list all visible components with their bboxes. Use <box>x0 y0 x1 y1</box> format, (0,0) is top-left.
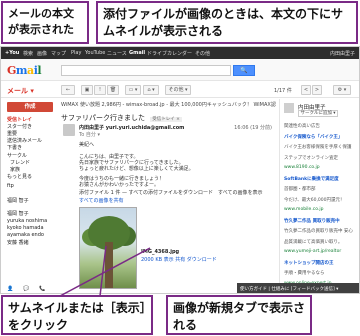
logo-letter: m <box>15 64 28 77</box>
subject-text: サファリパーク行きました <box>61 114 145 122</box>
gbar-maps[interactable]: マップ <box>51 50 66 57</box>
ad-text[interactable]: www.mobile.co.jp <box>284 207 323 212</box>
ad-text: 今だけ、最大60,000円還元！ <box>284 197 345 203</box>
recipient[interactable]: To 自分 ▾ <box>79 131 100 138</box>
sidebar-item-circles[interactable]: サークル <box>7 152 27 159</box>
gbar-play[interactable]: Play <box>71 50 81 56</box>
message-subject: サファリパーク行きました 受信トレイ × <box>61 113 182 123</box>
sidebar-item-more[interactable]: もっと見る <box>7 173 32 180</box>
ad-text[interactable]: www.yumeji-art.jp/realtor <box>284 249 341 254</box>
body-line: ちょっと疲れたけど、想像以上に楽しくて大満足。 <box>79 166 194 172</box>
contact-avatar <box>284 103 294 113</box>
sidebar-item-friends[interactable]: フレンド <box>10 159 30 166</box>
mail-menu[interactable]: メール ▾ <box>7 86 34 96</box>
pager: 1/17 件 <box>274 88 292 94</box>
ad-text: 竹久夢二作品の買取り販売中 安心 <box>284 229 353 234</box>
attachment-thumbnail[interactable] <box>79 207 137 289</box>
ad-title-link[interactable]: ネットショップ開店の王 <box>284 260 334 266</box>
chat-contact[interactable]: kyoko hamada <box>7 225 44 231</box>
toolbar: メール ▾ ← ▣ ! 🗑 ▭ ▾ ⌂ ▾ その他 ▾ 1/17 件 < > ⚙… <box>1 82 359 98</box>
google-bar: +You 検索 画像 マップ Play YouTube ニュース Gmail ド… <box>1 47 359 59</box>
gbar-gmail[interactable]: Gmail <box>129 50 145 56</box>
label-button[interactable]: ⌂ ▾ <box>143 85 159 95</box>
ad-text: 首都圏・都市部 <box>284 187 316 192</box>
prev-button[interactable]: < <box>301 85 311 95</box>
ad-title-link[interactable]: 竹久夢二作品 買取り販売中 <box>284 218 340 224</box>
ad-text: ステップでオンライン査定 <box>284 155 338 161</box>
callout-body-shown: メールの本文が表示された <box>1 1 89 44</box>
back-button[interactable]: ← <box>61 85 75 95</box>
sidebar-item-important[interactable]: 重要 <box>7 130 17 137</box>
ad-text: 品質満載にて高価買い取り。 <box>284 239 343 245</box>
archive-button[interactable]: ▣ <box>81 85 93 95</box>
search-input[interactable] <box>61 65 231 76</box>
sender: 内田由里子 yuri.yuri.uchida@gmail.com <box>79 125 185 131</box>
inbox-label-chip[interactable]: 受信トレイ × <box>150 117 182 122</box>
contacts-icon[interactable]: 👤 <box>7 286 13 292</box>
chat-contact[interactable]: ayamaka endo <box>7 232 44 238</box>
phone-icon[interactable]: 📞 <box>39 286 45 292</box>
chat-contact[interactable]: 福岡 智子 <box>7 197 29 204</box>
people-widget: 内田由里子 サークルに追加 ▾ 関連性の高い広告 バイク保険なら「バイク王」 バイク… <box>279 99 359 293</box>
gbar-account[interactable]: 内田由里子 <box>330 50 355 57</box>
sender-avatar <box>63 124 75 136</box>
guide-feedback-bar[interactable]: 使い方ガイド | 仕組みに [フィードバック送信] ▾ <box>237 283 359 293</box>
gbar-more[interactable]: その他 <box>195 50 210 57</box>
tree-image-part <box>105 242 113 288</box>
chat-contact[interactable]: 福岡 智子 <box>7 210 29 217</box>
sidebar: 作成 受信トレイ スター付き 重要 送信済みメール 下書き サークル フレンド … <box>1 99 57 293</box>
search-button[interactable]: 🔍 <box>233 65 255 76</box>
sidebar-item-starred[interactable]: スター付き <box>7 123 32 130</box>
settings-button[interactable]: ⚙ ▾ <box>333 85 351 95</box>
logo-letter: G <box>7 64 16 77</box>
ad-title-link[interactable]: バイク保険なら「バイク王」 <box>284 134 342 140</box>
gbar-youtube[interactable]: YouTube <box>85 50 105 56</box>
attachment-actions[interactable]: 2000 KB 表示 共有 ダウンロード <box>141 256 217 263</box>
callout-click-thumbnail: サムネイルまたは［表示］をクリック <box>1 295 153 335</box>
header: Gmail 🔍 <box>1 59 359 81</box>
more-button[interactable]: その他 ▾ <box>165 85 191 95</box>
ad-text: 関連性の高い広告 <box>284 124 320 129</box>
sidebar-item-ftp[interactable]: ftp <box>7 183 14 189</box>
move-button[interactable]: ▭ ▾ <box>125 85 141 95</box>
chat-contact[interactable]: 安藤 香緒 <box>7 239 29 246</box>
logo-letter: l <box>37 64 42 77</box>
sidebar-item-drafts[interactable]: 下書き <box>7 144 22 151</box>
message-date: 16:06 (19 分前) <box>234 125 272 131</box>
message-view: WiMAX 使い放題 2,986円 - wimax-broad.jp - 最大 … <box>61 99 276 293</box>
gbar-news[interactable]: ニュース <box>107 50 127 57</box>
ad-text: 手順・費用やるなら <box>284 271 325 276</box>
body-line: 美紀へ <box>79 142 95 148</box>
attachments-header[interactable]: 添付ファイル 1 件 — すべての添付ファイルをダウンロード すべての画像を表示 <box>79 189 262 196</box>
compose-button[interactable]: 作成 <box>7 102 53 112</box>
ad-banner[interactable]: WiMAX 使い放題 2,986円 - wimax-broad.jp - 最大 … <box>61 101 276 109</box>
share-all-images-link[interactable]: すべての画像を共有 <box>79 197 123 204</box>
attachment-filename: IMG_4368.jpg <box>141 249 180 255</box>
chat-contact[interactable]: yuruka noshima <box>7 218 47 224</box>
gbar-drive[interactable]: ドライブ <box>147 50 167 57</box>
gmail-screenshot: +You 検索 画像 マップ Play YouTube ニュース Gmail ド… <box>0 46 360 294</box>
sidebar-item-inbox[interactable]: 受信トレイ <box>7 116 32 123</box>
chat-bottom-bar: 👤 💬 📞 <box>1 283 57 293</box>
gbar-you[interactable]: +You <box>5 50 19 56</box>
next-button[interactable]: > <box>312 85 322 95</box>
gbar-calendar[interactable]: カレンダー <box>167 50 192 57</box>
chat-icon[interactable]: 💬 <box>23 286 29 292</box>
gbar-images[interactable]: 画像 <box>37 50 47 57</box>
body-line: お猿さんがかわいかったですよー。 <box>79 182 159 188</box>
ad-text: バイク王お客様保険を手厚く保護 <box>284 145 352 150</box>
sidebar-item-sent[interactable]: 送信済みメール <box>7 137 42 144</box>
callout-new-tab: 画像が新規タブで表示される <box>166 295 312 335</box>
sidebar-item-family[interactable]: 家族 <box>10 166 20 173</box>
gbar-search[interactable]: 検索 <box>23 50 33 57</box>
delete-button[interactable]: 🗑 <box>107 85 119 95</box>
gmail-logo[interactable]: Gmail <box>7 64 42 77</box>
ad-title-link[interactable]: SoftBankに乗換で満足度 <box>284 176 339 182</box>
logo-letter: a <box>27 64 34 77</box>
add-to-circles-button[interactable]: サークルに追加 ▾ <box>298 110 338 117</box>
spam-button[interactable]: ! <box>94 85 106 95</box>
ad-text[interactable]: www.8190.co.jp <box>284 165 320 170</box>
callout-thumbnail-note: 添付ファイルが画像のときは、本文の下にサムネイルが表示される <box>96 1 358 44</box>
